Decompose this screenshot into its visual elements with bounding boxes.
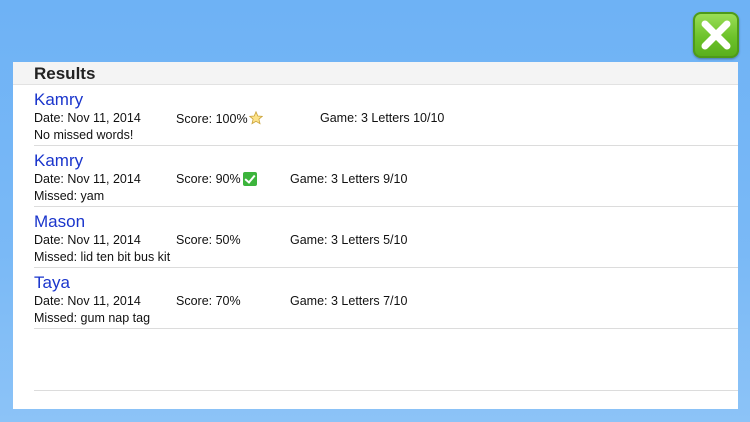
missed-label: Missed: yam	[34, 189, 105, 203]
score-label: Score: 50%	[176, 233, 241, 247]
star-icon	[248, 111, 263, 125]
score-group: Score: 90%	[176, 172, 257, 186]
list-item[interactable]: Kamry Date: Nov 11, 2014 Score: 90% Game…	[34, 146, 738, 207]
score-label: Score: 70%	[176, 294, 241, 308]
student-name[interactable]: Taya	[34, 273, 70, 293]
date-label: Date: Nov 11, 2014	[34, 111, 141, 125]
results-list[interactable]: Kamry Date: Nov 11, 2014 Score: 100% Gam…	[34, 85, 738, 391]
empty-row	[34, 329, 738, 391]
missed-label: Missed: gum nap tag	[34, 311, 151, 325]
page-title: Results	[34, 64, 96, 83]
list-item[interactable]: Mason Date: Nov 11, 2014 Score: 50% Game…	[34, 207, 738, 268]
close-button[interactable]	[693, 12, 739, 58]
results-panel: Results Kamry Date: Nov 11, 2014 Score: …	[13, 62, 738, 409]
student-name[interactable]: Mason	[34, 212, 85, 232]
date-label: Date: Nov 11, 2014	[34, 233, 141, 247]
score-group: Score: 100%	[176, 111, 263, 126]
list-item[interactable]: Kamry Date: Nov 11, 2014 Score: 100% Gam…	[34, 85, 738, 146]
missed-label: No missed words!	[34, 128, 134, 142]
student-name[interactable]: Kamry	[34, 90, 83, 110]
game-label: Game: 3 Letters 9/10	[290, 172, 408, 186]
results-header: Results	[13, 62, 738, 85]
list-item[interactable]: Taya Date: Nov 11, 2014 Score: 70% Game:…	[34, 268, 738, 329]
score-label: Score: 100%	[176, 112, 248, 126]
student-name[interactable]: Kamry	[34, 151, 83, 171]
score-label: Score: 90%	[176, 172, 241, 186]
game-label: Game: 3 Letters 10/10	[320, 111, 445, 125]
check-icon	[242, 172, 257, 186]
missed-label: Missed: lid ten bit bus kit	[34, 250, 171, 264]
date-label: Date: Nov 11, 2014	[34, 294, 141, 308]
game-label: Game: 3 Letters 5/10	[290, 233, 408, 247]
close-icon	[701, 20, 731, 50]
game-label: Game: 3 Letters 7/10	[290, 294, 408, 308]
date-label: Date: Nov 11, 2014	[34, 172, 141, 186]
